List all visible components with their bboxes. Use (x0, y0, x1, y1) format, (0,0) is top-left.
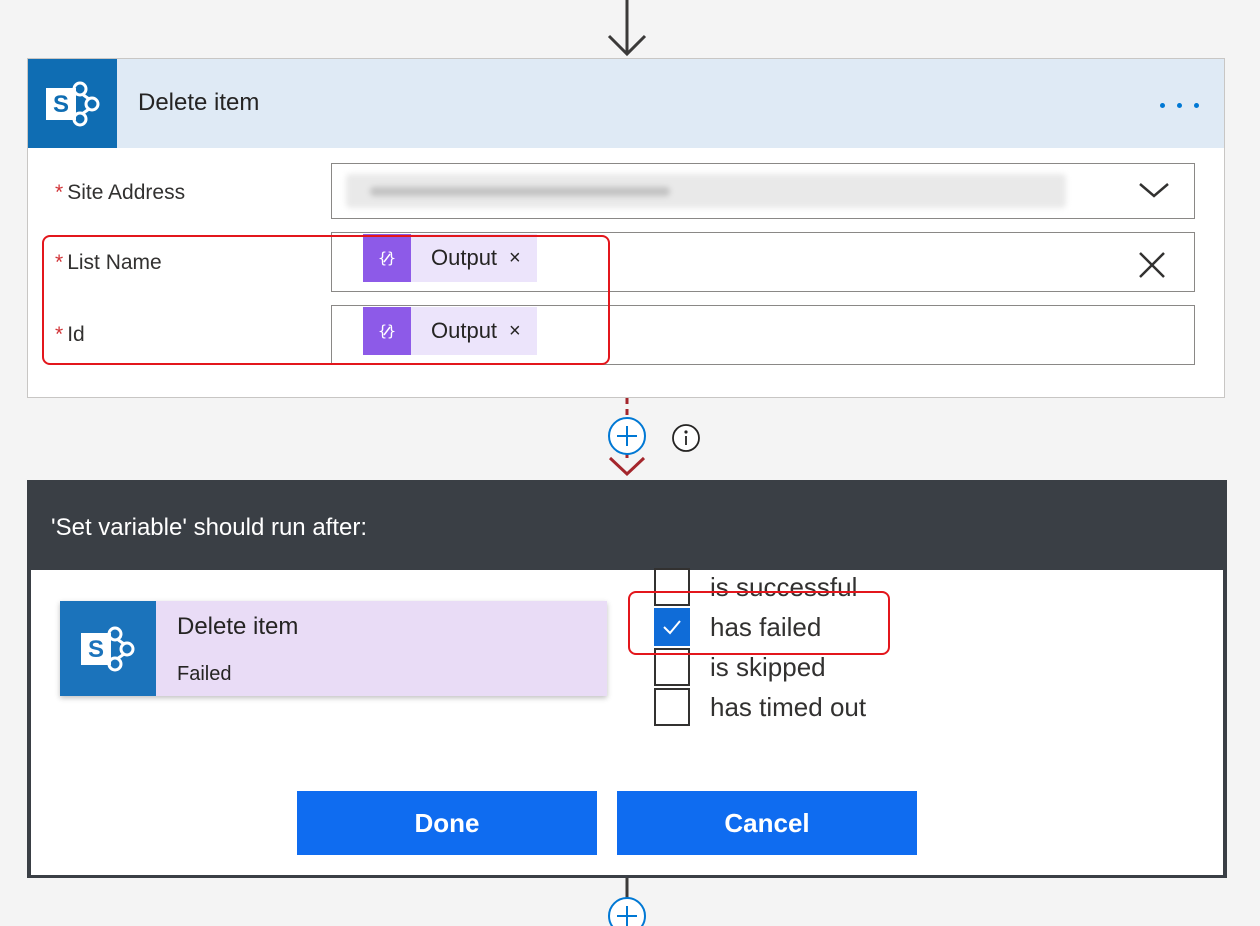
action-card-header[interactable]: S Delete item (28, 59, 1224, 148)
checkbox-label: is skipped (710, 651, 826, 682)
bottom-connector (606, 878, 648, 926)
sharepoint-icon: S (60, 601, 156, 696)
run-after-panel: 'Set variable' should run after: S Delet… (27, 480, 1227, 878)
site-address-label: * Site Address (55, 181, 185, 205)
done-button[interactable]: Done (297, 791, 597, 855)
site-address-dropdown[interactable] (331, 163, 1195, 219)
run-after-connector (600, 396, 720, 480)
close-icon[interactable] (1138, 251, 1166, 279)
checkbox-label: has timed out (710, 691, 867, 722)
svg-text:S: S (52, 91, 68, 118)
action-title: Delete item (138, 89, 260, 116)
run-after-body: S Delete item Failed is successful has f… (31, 568, 1223, 875)
add-step-icon[interactable] (607, 416, 647, 456)
predecessor-action-title: Delete item (177, 613, 299, 640)
checkbox[interactable] (654, 688, 690, 726)
checkbox-has-timed-out[interactable]: has timed out (654, 687, 866, 727)
flow-down-arrow-icon (603, 0, 651, 58)
run-after-title: 'Set variable' should run after: (51, 514, 368, 541)
cancel-button[interactable]: Cancel (617, 791, 917, 855)
delete-item-action-card: S Delete item *Site Address *List Name {… (27, 58, 1225, 398)
predecessor-action-status: Failed (177, 663, 232, 685)
more-options-icon[interactable] (1160, 103, 1200, 111)
site-address-redacted-value (346, 174, 1066, 208)
required-mark: * (55, 181, 64, 204)
highlight-outline (42, 235, 610, 365)
predecessor-action-card: S Delete item Failed (60, 601, 607, 696)
run-after-header: 'Set variable' should run after: (27, 480, 1227, 570)
chevron-down-icon[interactable] (1136, 178, 1172, 202)
info-icon[interactable] (671, 423, 701, 453)
highlight-outline (628, 591, 890, 655)
site-address-label-text: Site Address (67, 181, 186, 204)
sharepoint-icon: S (28, 59, 117, 148)
svg-text:S: S (88, 636, 104, 663)
